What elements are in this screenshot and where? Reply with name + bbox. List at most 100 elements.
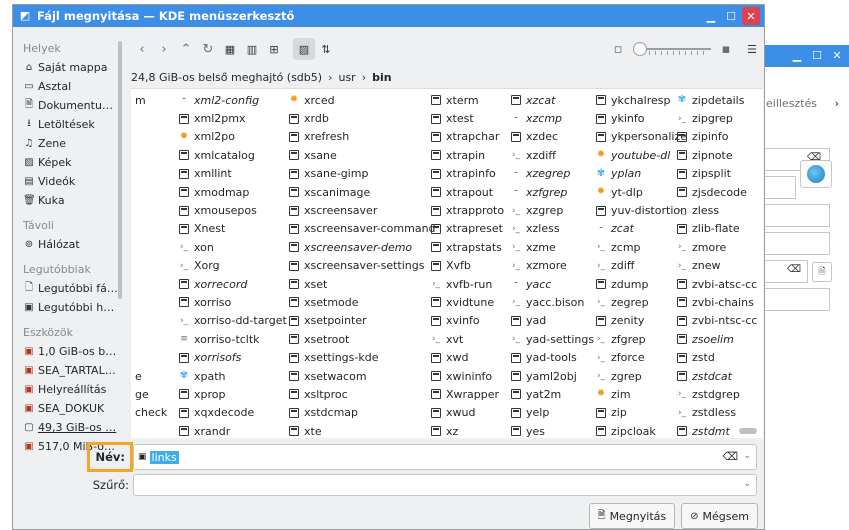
file-item[interactable]: zdump bbox=[596, 275, 687, 293]
file-item[interactable]: xscreensaver bbox=[289, 201, 436, 219]
file-item[interactable]: zvbi-atsc-cc bbox=[677, 275, 757, 293]
file-item[interactable]: xmodmap bbox=[179, 183, 287, 201]
file-item[interactable]: xmllint bbox=[179, 165, 287, 183]
file-item[interactable]: xtrapout bbox=[431, 183, 504, 201]
file-item[interactable]: xvinfo bbox=[431, 312, 504, 330]
file-item[interactable]: Xnest bbox=[179, 220, 287, 238]
file-item[interactable]: ✹ youtube-dl bbox=[596, 146, 687, 164]
titlebar[interactable]: ◩ Fájl megnyitása — KDE menüszerkesztő ▁… bbox=[13, 5, 764, 27]
file-item[interactable] bbox=[135, 238, 167, 256]
file-item[interactable] bbox=[135, 146, 167, 164]
file-item[interactable]: ›_ zfgrep bbox=[596, 330, 687, 348]
file-item[interactable]: ge bbox=[135, 385, 167, 403]
file-item[interactable]: yad bbox=[511, 312, 594, 330]
file-item[interactable] bbox=[135, 165, 167, 183]
sidebar-item-documents[interactable]: 🗎 Dokumentu… bbox=[13, 96, 121, 115]
file-item[interactable] bbox=[135, 220, 167, 238]
file-item[interactable]: xtrapstats bbox=[431, 238, 504, 256]
file-item[interactable]: ykchalresp bbox=[596, 91, 687, 109]
file-item[interactable]: ›_ xzmore bbox=[511, 257, 594, 275]
file-item[interactable]: xtrapin bbox=[431, 146, 504, 164]
sidebar-item-device[interactable]: ▣ 1,0 GiB-os b… bbox=[13, 342, 121, 361]
background-field[interactable] bbox=[760, 232, 830, 255]
parent-folder-icon[interactable]: ⌃ bbox=[175, 38, 197, 60]
file-item[interactable] bbox=[135, 330, 167, 348]
file-item[interactable]: ›_ zstdgrep bbox=[677, 385, 757, 403]
file-item[interactable]: ›_ zegrep bbox=[596, 293, 687, 311]
file-item[interactable]: xvidtune bbox=[431, 293, 504, 311]
file-item[interactable]: yuv-distortion bbox=[596, 201, 687, 219]
file-item[interactable]: ›_ xzme bbox=[511, 238, 594, 256]
file-item[interactable]: ›_ zstdless bbox=[677, 404, 757, 422]
background-tab[interactable]: eillesztés › bbox=[760, 92, 849, 116]
file-item[interactable]: ✾ yplan bbox=[596, 165, 687, 183]
kde-menu-editor-icon[interactable]: ◩ bbox=[17, 9, 33, 23]
file-item[interactable]: ›_ zdiff bbox=[596, 257, 687, 275]
background-field[interactable] bbox=[760, 204, 830, 227]
maximize-icon[interactable]: ☐ bbox=[809, 48, 825, 64]
file-item[interactable]: zsoelim bbox=[677, 330, 757, 348]
file-item[interactable] bbox=[135, 348, 167, 366]
breadcrumb-current[interactable]: bin bbox=[372, 71, 391, 84]
close-icon[interactable]: ✕ bbox=[742, 7, 760, 25]
file-item[interactable]: ›_ yacc.bison bbox=[511, 293, 594, 311]
file-item[interactable]: yes bbox=[511, 422, 594, 438]
file-item[interactable] bbox=[135, 312, 167, 330]
file-item[interactable]: xstdcmap bbox=[289, 404, 436, 422]
chevron-down-icon[interactable]: ⌄ bbox=[743, 451, 751, 461]
file-item[interactable]: ⁃ yacc bbox=[511, 275, 594, 293]
file-item[interactable]: xsetpointer bbox=[289, 312, 436, 330]
breadcrumb-item[interactable]: usr bbox=[338, 71, 355, 84]
file-item[interactable]: xtrapproto bbox=[431, 201, 504, 219]
tree-view-icon[interactable]: ⊞ bbox=[263, 38, 285, 60]
cancel-button[interactable]: ⊘ Mégsem bbox=[681, 503, 758, 529]
file-item[interactable]: xzcat bbox=[511, 91, 594, 109]
file-item[interactable]: ✾ xpath bbox=[179, 367, 287, 385]
file-item[interactable]: xsettings-kde bbox=[289, 348, 436, 366]
file-item[interactable]: xscreensaver-demo bbox=[289, 238, 436, 256]
preview-icon[interactable]: ▨ bbox=[293, 38, 315, 60]
file-item[interactable]: e bbox=[135, 367, 167, 385]
file-item[interactable]: ›_ zcmp bbox=[596, 238, 687, 256]
file-item[interactable]: yaml2obj bbox=[511, 367, 594, 385]
file-item[interactable]: ✹ xml2po bbox=[179, 128, 287, 146]
file-item[interactable]: xml2pmx bbox=[179, 109, 287, 127]
file-item[interactable]: xzdec bbox=[511, 128, 594, 146]
file-item[interactable]: ›_ xzless bbox=[511, 220, 594, 238]
sidebar-item-device[interactable]: ▣ Helyreállítás bbox=[13, 380, 121, 399]
file-item[interactable]: ›_ zmore bbox=[677, 238, 757, 256]
file-item[interactable]: ✹ xrced bbox=[289, 91, 436, 109]
file-item[interactable]: ykpersonalize bbox=[596, 128, 687, 146]
file-item[interactable]: zvbi-ntsc-cc bbox=[677, 312, 757, 330]
file-item[interactable]: xtest bbox=[431, 109, 504, 127]
filename-value[interactable]: links bbox=[149, 450, 179, 464]
compact-view-icon[interactable]: ▥ bbox=[241, 38, 263, 60]
file-item[interactable]: yat2m bbox=[511, 385, 594, 403]
sidebar-item-videos[interactable]: ▤ Videók bbox=[13, 172, 121, 191]
file-item[interactable]: xsane-gimp bbox=[289, 165, 436, 183]
file-item[interactable]: ›_ zless bbox=[677, 201, 757, 219]
sidebar-item-music[interactable]: ♫ Zene bbox=[13, 134, 121, 153]
file-item[interactable]: xmousepos bbox=[179, 201, 287, 219]
file-item[interactable]: xsetroot bbox=[289, 330, 436, 348]
file-item[interactable]: xprop bbox=[179, 385, 287, 403]
file-item[interactable]: xrdb bbox=[289, 109, 436, 127]
file-item[interactable]: xtrapchar bbox=[431, 128, 504, 146]
icon-view-icon[interactable]: ▦ bbox=[219, 38, 241, 60]
file-item[interactable] bbox=[135, 128, 167, 146]
file-item[interactable]: ›_ zipgrep bbox=[677, 109, 757, 127]
breadcrumb-item[interactable]: 24,8 GiB-os belső meghajtó (sdb5) bbox=[131, 71, 322, 84]
file-item[interactable]: ›_ znew bbox=[677, 257, 757, 275]
file-item[interactable]: xtrapinfo bbox=[431, 165, 504, 183]
sidebar-item-trash[interactable]: 🗑 Kuka bbox=[13, 191, 121, 210]
file-item[interactable]: ⁃ xzcmp bbox=[511, 109, 594, 127]
file-item[interactable]: ›_ Xorg bbox=[179, 257, 287, 275]
file-item[interactable]: xrandr bbox=[179, 422, 287, 438]
file-item[interactable]: xrefresh bbox=[289, 128, 436, 146]
chevron-down-icon[interactable]: ⌄ bbox=[743, 479, 751, 489]
file-item[interactable] bbox=[135, 275, 167, 293]
file-item[interactable] bbox=[135, 257, 167, 275]
file-item[interactable]: ⁃ xzfgrep bbox=[511, 183, 594, 201]
document-icon[interactable]: 🗎 bbox=[812, 262, 832, 282]
file-item[interactable]: xorrisofs bbox=[179, 348, 287, 366]
